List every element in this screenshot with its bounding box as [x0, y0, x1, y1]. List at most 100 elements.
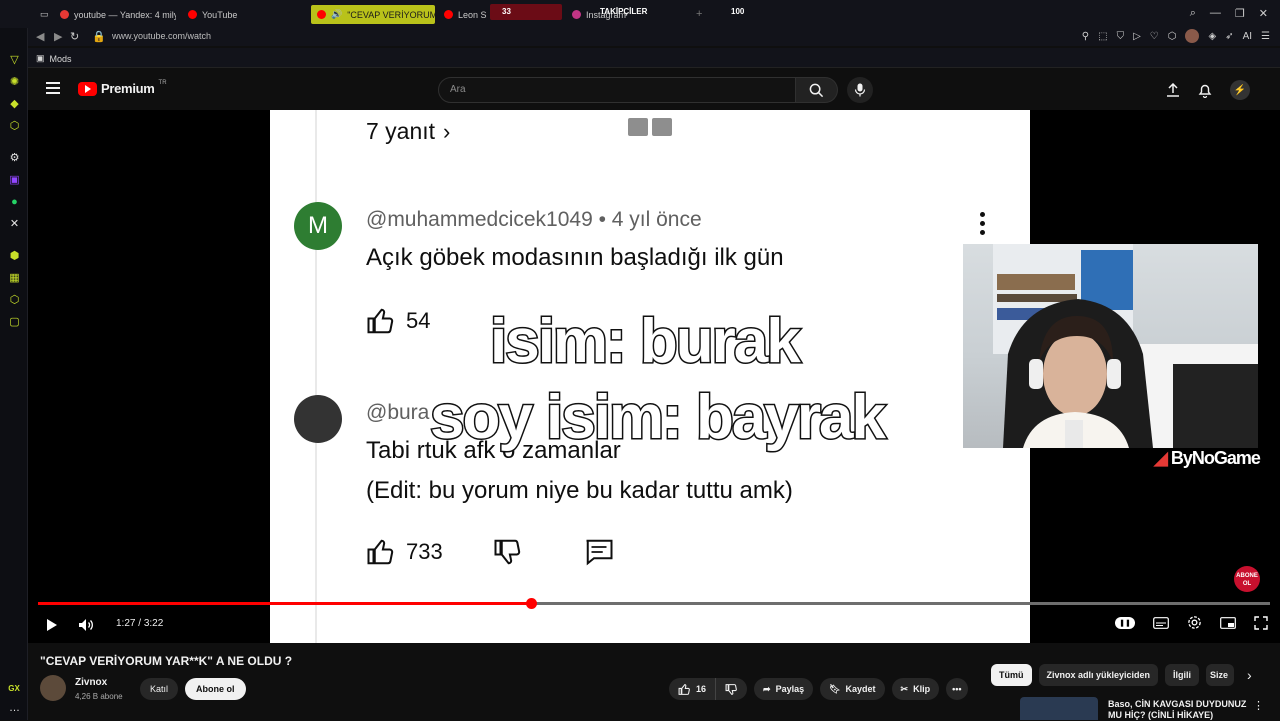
- ai-label[interactable]: AI: [1243, 31, 1252, 42]
- voice-search-button[interactable]: [847, 77, 873, 103]
- channel-avatar[interactable]: [40, 675, 66, 701]
- subscribe-watermark[interactable]: ABONE OL: [1234, 566, 1260, 592]
- more-actions-button[interactable]: •••: [946, 678, 968, 700]
- player-controls: 1:27 / 3:22 ❚❚: [28, 610, 1280, 640]
- pin-icon[interactable]: ⚲: [1082, 31, 1089, 42]
- miniplayer-icon[interactable]: [628, 118, 648, 136]
- skip-icon[interactable]: [652, 118, 672, 136]
- search-input[interactable]: [450, 84, 780, 95]
- miniplayer-toggle-icon[interactable]: [1220, 616, 1236, 629]
- notifications-bell-icon[interactable]: [1198, 83, 1212, 98]
- tab-current-video[interactable]: 🔊 "CEVAP VERİYORUM: [311, 5, 435, 24]
- more-vertical-icon[interactable]: ⋮: [1253, 699, 1264, 712]
- back-icon[interactable]: ◀: [36, 30, 44, 43]
- video-actions: 16 ➦ Paylaş 🔖︎ Kaydet ✂ Klip •••: [669, 678, 968, 700]
- bookmarks-bar: ▣ Mods: [28, 48, 1280, 68]
- profile-avatar[interactable]: [1185, 29, 1200, 43]
- chip-related[interactable]: İlgili: [1165, 664, 1200, 686]
- hamburger-menu-icon[interactable]: [46, 82, 60, 94]
- reload-icon[interactable]: ↻: [70, 30, 79, 43]
- player-right-controls: ❚❚: [1115, 615, 1268, 630]
- gx-control-icon[interactable]: ▽: [8, 54, 21, 67]
- autoplay-toggle-icon[interactable]: ❚❚: [1115, 616, 1135, 629]
- youtube-header: Premium TR ⚡: [28, 68, 1280, 110]
- scissors-icon: ✂: [900, 683, 909, 694]
- thumbs-down-icon: [494, 539, 520, 565]
- chip-for-you[interactable]: Size: [1206, 664, 1235, 686]
- restore-icon[interactable]: ❐: [1235, 7, 1245, 20]
- chevron-right-icon[interactable]: ›: [1247, 667, 1252, 683]
- more-icon[interactable]: …: [8, 702, 21, 715]
- url-field[interactable]: www.youtube.com/watch: [112, 31, 211, 41]
- bookmark-mods[interactable]: ▣ Mods: [36, 53, 72, 64]
- gx-hex-icon[interactable]: ⬢: [8, 250, 21, 263]
- join-button[interactable]: Katıl: [140, 678, 179, 700]
- search-tabs-icon[interactable]: ⌕: [1190, 7, 1196, 20]
- play-button-icon[interactable]: [46, 618, 58, 632]
- comment-avatar: [294, 395, 342, 443]
- youtube-logo[interactable]: Premium TR: [78, 79, 167, 96]
- tab-yandex[interactable]: youtube — Yandex: 4 milyon: [54, 5, 176, 24]
- tab-leon[interactable]: Leon S: [438, 5, 490, 24]
- recommended-video[interactable]: Baso, CİN KAVGASI DUYDUNUZ MU HİÇ? (CİNL…: [1020, 697, 1270, 720]
- thumbs-up-icon: [367, 308, 394, 334]
- save-button[interactable]: 🔖︎ Kaydet: [820, 678, 885, 700]
- video-player[interactable]: 7 yanıt › M @muhammedcicek1049 • 4 yıl ö…: [28, 110, 1280, 643]
- search-box: [438, 77, 796, 103]
- twitch-icon[interactable]: ▣: [8, 174, 21, 187]
- gx-label: GX: [8, 684, 20, 693]
- minimize-icon[interactable]: —: [1210, 7, 1221, 20]
- settings-gear-icon[interactable]: [1187, 615, 1202, 630]
- youtube-favicon-icon: [444, 10, 453, 19]
- speaker-icon[interactable]: 🔊: [331, 9, 342, 20]
- search-icon: [809, 83, 824, 97]
- gx-shield-icon[interactable]: ⬡: [8, 294, 21, 307]
- chip-all[interactable]: Tümü: [991, 664, 1032, 686]
- x-icon[interactable]: ✕: [8, 218, 21, 231]
- upload-icon[interactable]: [1166, 83, 1180, 97]
- recommended-title[interactable]: Baso, CİN KAVGASI DUYDUNUZ MU HİÇ? (CİNL…: [1108, 699, 1248, 721]
- follower-count: 33: [502, 7, 511, 16]
- workspace-icon[interactable]: ▭: [34, 5, 52, 24]
- progress-played: [38, 602, 531, 605]
- easy-setup-icon[interactable]: ☰: [1261, 31, 1270, 42]
- gx-games-icon[interactable]: ⬡: [8, 120, 21, 133]
- close-window-icon[interactable]: ✕: [1259, 7, 1268, 20]
- gx-grid-icon[interactable]: ▦: [8, 272, 21, 285]
- snapshot-icon[interactable]: ⬚: [1098, 31, 1107, 42]
- subtitles-icon[interactable]: [1153, 616, 1169, 629]
- comment-more-icon: [980, 212, 986, 235]
- region-code: TR: [158, 79, 167, 86]
- share-button[interactable]: ➦ Paylaş: [754, 678, 814, 700]
- play-icon[interactable]: ▷: [1133, 31, 1141, 42]
- forward-icon[interactable]: ▶: [54, 30, 62, 43]
- chip-from-uploader[interactable]: Zivnox adlı yükleyiciden: [1038, 664, 1159, 686]
- clip-button[interactable]: ✂ Klip: [891, 678, 940, 700]
- dislike-button[interactable]: [716, 678, 748, 700]
- share-label: Paylaş: [775, 684, 805, 694]
- subscribe-button[interactable]: Abone ol: [185, 678, 246, 700]
- cube-icon[interactable]: ⬡: [1168, 31, 1177, 42]
- gx-corner-icon[interactable]: ✺: [8, 76, 21, 89]
- volume-icon[interactable]: [78, 618, 94, 632]
- like-button[interactable]: 16: [669, 678, 717, 700]
- shield-icon[interactable]: ⛉: [1117, 31, 1125, 42]
- new-tab-icon[interactable]: +: [696, 8, 702, 20]
- aria-icon[interactable]: ➶: [1225, 31, 1233, 42]
- settings-icon[interactable]: ⚙: [8, 152, 21, 165]
- whatsapp-icon[interactable]: ●: [8, 196, 21, 209]
- search-button[interactable]: [796, 77, 838, 103]
- heart-icon[interactable]: ♡: [1150, 31, 1159, 42]
- scrubber-handle[interactable]: [525, 598, 537, 609]
- tab-bar: ▭ youtube — Yandex: 4 milyon YouTube 🔊 "…: [0, 0, 1280, 28]
- video-title: "CEVAP VERİYORUM YAR**K" A NE OLDU ?: [40, 654, 293, 668]
- gx-cleaner-icon[interactable]: ◆: [8, 98, 21, 111]
- fullscreen-icon[interactable]: [1254, 615, 1268, 630]
- progress-bar[interactable]: [38, 598, 1270, 609]
- tab-youtube[interactable]: YouTube: [182, 5, 302, 24]
- vpn-icon[interactable]: ◈: [1208, 31, 1216, 42]
- gx-box-icon[interactable]: ▢: [8, 316, 21, 329]
- account-avatar[interactable]: ⚡: [1230, 80, 1250, 100]
- recommended-thumbnail[interactable]: [1020, 697, 1098, 720]
- channel-name[interactable]: Zivnox: [75, 677, 107, 688]
